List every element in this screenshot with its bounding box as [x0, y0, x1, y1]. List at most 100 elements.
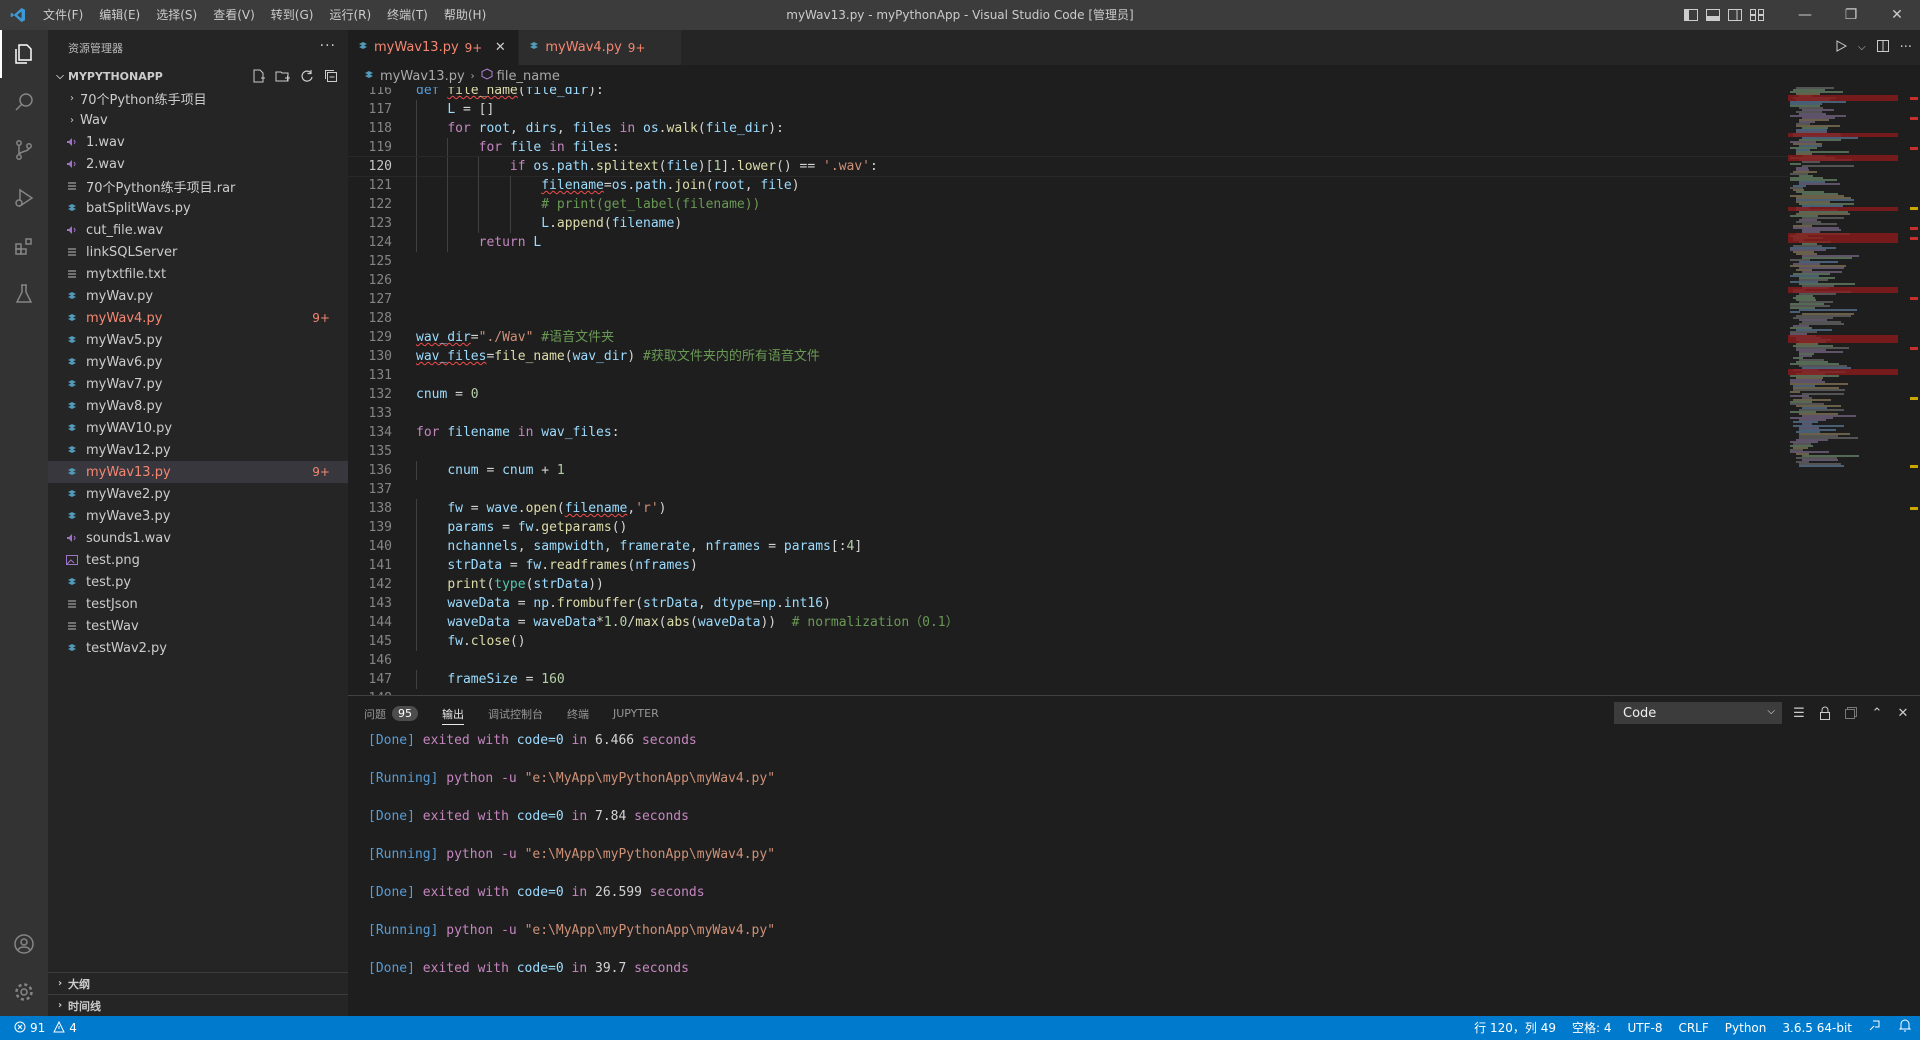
python-interpreter[interactable]: 3.6.5 64-bit	[1774, 1016, 1860, 1040]
testing-flask-icon[interactable]	[0, 270, 48, 318]
problem-count-badge: 9+	[312, 465, 330, 479]
tree-item[interactable]: myWav.py	[48, 285, 348, 307]
extensions-icon[interactable]	[0, 222, 48, 270]
run-debug-icon[interactable]	[0, 174, 48, 222]
tree-item[interactable]: test.py	[48, 571, 348, 593]
restore-icon[interactable]: ❐	[1828, 0, 1874, 30]
code-line: 122 # print(get_label(filename))	[348, 195, 1788, 214]
menu-selection[interactable]: 选择(S)	[148, 0, 205, 30]
toggle-sidebar-icon[interactable]	[1680, 0, 1702, 30]
tab-mywav4[interactable]: myWav4.py 9+ ✕	[519, 30, 683, 65]
search-icon[interactable]	[0, 78, 48, 126]
language-mode[interactable]: Python	[1717, 1016, 1775, 1040]
tab-debug-console[interactable]: 调试控制台	[488, 696, 543, 731]
open-in-editor-icon[interactable]	[1842, 704, 1860, 722]
minimap[interactable]	[1788, 87, 1908, 695]
tree-item[interactable]: testWav	[48, 615, 348, 637]
tree-item[interactable]: myWave2.py	[48, 483, 348, 505]
outline-section[interactable]: › 大纲	[48, 972, 348, 994]
account-icon[interactable]	[0, 920, 48, 968]
tree-item[interactable]: myWav12.py	[48, 439, 348, 461]
tree-item[interactable]: testJson	[48, 593, 348, 615]
maximize-panel-icon[interactable]: ⌃	[1868, 704, 1886, 722]
clear-output-icon[interactable]: ☰	[1790, 704, 1808, 722]
tree-item[interactable]: myWAV10.py	[48, 417, 348, 439]
file-tree: › 70个Python练手项目 › Wav 1.wav 2.wav 70个Python练手项…	[48, 87, 348, 659]
menu-go[interactable]: 转到(G)	[263, 0, 322, 30]
menu-file[interactable]: 文件(F)	[35, 0, 91, 30]
tree-item[interactable]: testWav2.py	[48, 637, 348, 659]
tab-jupyter[interactable]: JUPYTER	[613, 696, 659, 731]
menu-view[interactable]: 查看(V)	[205, 0, 263, 30]
tree-item[interactable]: myWav5.py	[48, 329, 348, 351]
line-ending[interactable]: CRLF	[1670, 1016, 1716, 1040]
lock-scroll-icon[interactable]	[1816, 704, 1834, 722]
close-tab-icon[interactable]: ✕	[492, 40, 508, 55]
tree-item[interactable]: test.png	[48, 549, 348, 571]
tab-problems[interactable]: 问题 95	[364, 696, 418, 731]
run-path: "e:\MyApp\myPythonApp\myWav4.py"	[524, 847, 776, 862]
python-file-icon	[64, 464, 80, 480]
close-panel-icon[interactable]: ✕	[1894, 704, 1912, 722]
tree-item[interactable]: myWav13.py 9+	[48, 461, 348, 483]
tree-item[interactable]: linkSQLServer	[48, 241, 348, 263]
output-log[interactable]: [Done] exited with code=0 in 6.466 secon…	[348, 731, 1920, 978]
close-tab-icon[interactable]: ✕	[655, 40, 671, 55]
done-tag: [Done]	[368, 885, 415, 900]
more-actions-icon[interactable]: ···	[320, 38, 336, 54]
indentation[interactable]: 空格: 4	[1564, 1016, 1620, 1040]
overview-ruler-scrollbar[interactable]	[1908, 87, 1920, 695]
code-line: 141 strData = fw.readframes(nframes)	[348, 556, 1788, 575]
toggle-panel-icon[interactable]	[1702, 0, 1724, 30]
timeline-section[interactable]: › 时间线	[48, 994, 348, 1016]
tree-item[interactable]: myWav4.py 9+	[48, 307, 348, 329]
menu-help[interactable]: 帮助(H)	[436, 0, 494, 30]
menu-edit[interactable]: 编辑(E)	[91, 0, 148, 30]
code-line: 136 cnum = cnum + 1	[348, 461, 1788, 480]
chevron-down-icon[interactable]: ⌵	[1858, 42, 1866, 53]
notifications-bell-icon[interactable]	[1890, 1016, 1920, 1040]
minimize-icon[interactable]: —	[1782, 0, 1828, 30]
feedback-icon[interactable]	[1860, 1016, 1890, 1040]
tree-item[interactable]: 70个Python练手项目.rar	[48, 175, 348, 197]
split-editor-icon[interactable]	[1876, 39, 1890, 57]
tree-item[interactable]: sounds1.wav	[48, 527, 348, 549]
explorer-icon[interactable]	[0, 30, 48, 78]
tree-item[interactable]: myWav7.py	[48, 373, 348, 395]
close-window-icon[interactable]: ✕	[1874, 0, 1920, 30]
run-file-icon[interactable]	[1834, 39, 1848, 57]
new-folder-icon[interactable]	[274, 67, 292, 85]
more-actions-icon[interactable]: ···	[1900, 40, 1912, 55]
tree-item[interactable]: 2.wav	[48, 153, 348, 175]
tree-item[interactable]: myWave3.py	[48, 505, 348, 527]
toggle-secondary-sidebar-icon[interactable]	[1724, 0, 1746, 30]
tree-item[interactable]: › Wav	[48, 109, 348, 131]
tree-item[interactable]: 1.wav	[48, 131, 348, 153]
tree-item[interactable]: myWav6.py	[48, 351, 348, 373]
tree-item[interactable]: cut_file.wav	[48, 219, 348, 241]
menu-terminal[interactable]: 终端(T)	[379, 0, 436, 30]
output-channel-select[interactable]: Code ⌵	[1614, 702, 1782, 724]
project-section-header[interactable]: ⌵ MYPYTHONAPP	[48, 65, 348, 87]
tab-mywav13[interactable]: myWav13.py 9+ ✕	[348, 30, 520, 65]
breadcrumb-symbol[interactable]: file_name	[497, 69, 560, 84]
audio-file-icon	[64, 530, 80, 546]
source-control-icon[interactable]	[0, 126, 48, 174]
encoding[interactable]: UTF-8	[1619, 1016, 1670, 1040]
new-file-icon[interactable]	[250, 67, 268, 85]
customize-layout-icon[interactable]	[1746, 0, 1768, 30]
collapse-all-icon[interactable]	[322, 67, 340, 85]
tree-item[interactable]: mytxtfile.txt	[48, 263, 348, 285]
cursor-position[interactable]: 行 120，列 49	[1466, 1016, 1564, 1040]
tree-item[interactable]: › 70个Python练手项目	[48, 87, 348, 109]
code-editor[interactable]: 116 def file_name(file_dir): 117 L = [] 1…	[348, 87, 1788, 695]
settings-gear-icon[interactable]	[0, 968, 48, 1016]
tab-terminal[interactable]: 终端	[567, 696, 589, 731]
menu-run[interactable]: 运行(R)	[321, 0, 379, 30]
tree-item[interactable]: myWav8.py	[48, 395, 348, 417]
tab-output[interactable]: 输出	[442, 696, 464, 731]
problems-status[interactable]: 91 4	[0, 1020, 77, 1036]
breadcrumb-file[interactable]: myWav13.py	[380, 69, 465, 84]
refresh-icon[interactable]	[298, 67, 316, 85]
tree-item[interactable]: batSplitWavs.py	[48, 197, 348, 219]
